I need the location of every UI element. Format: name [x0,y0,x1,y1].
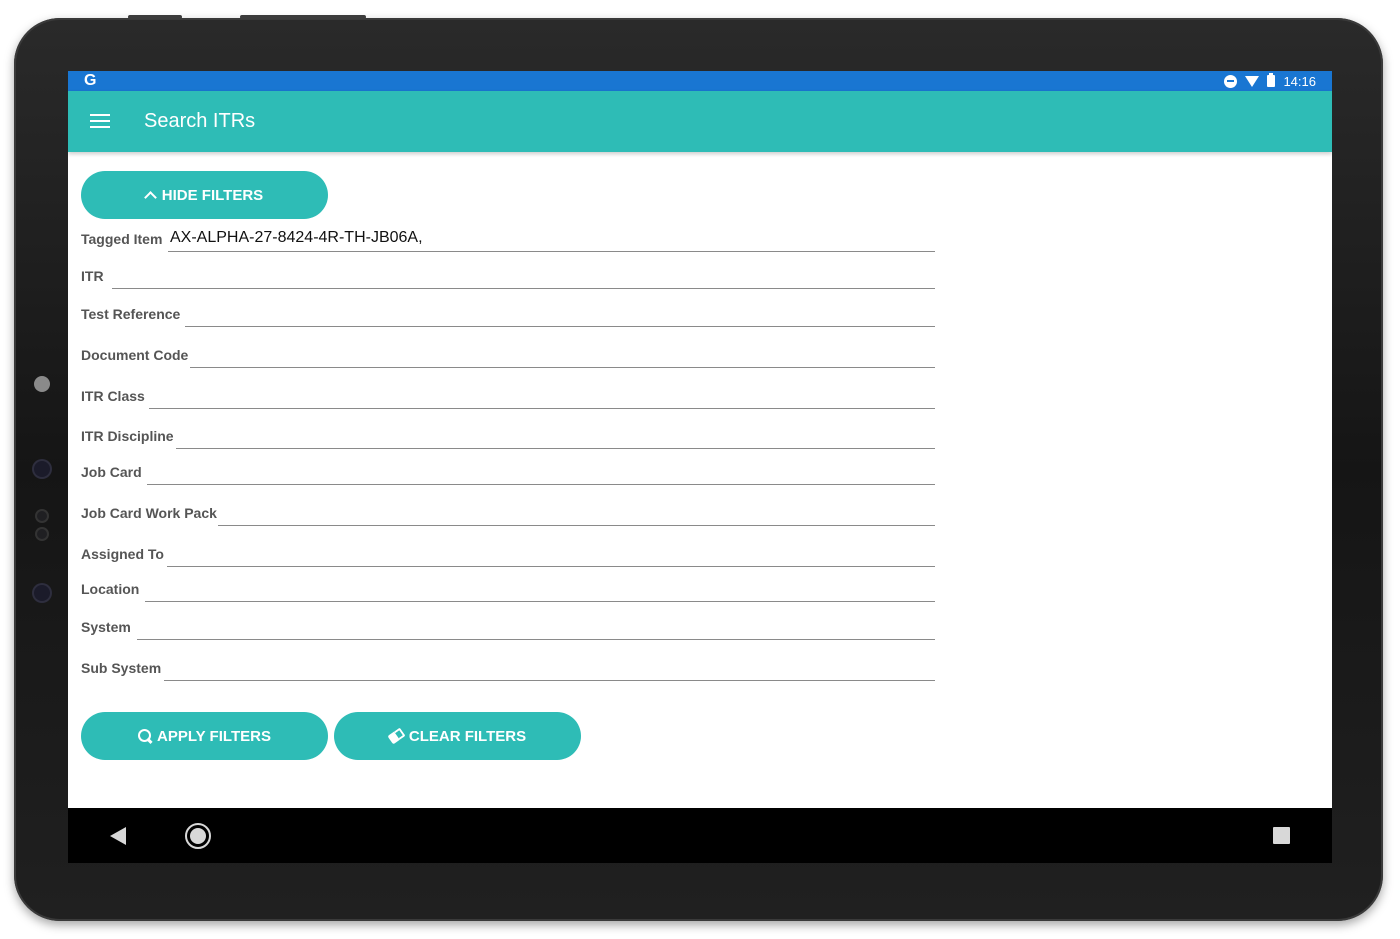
filter-sub-system: Sub System [81,651,935,681]
filter-label: ITR Discipline [81,428,174,444]
chevron-up-icon [143,191,157,204]
filter-label: ITR [81,268,104,284]
filter-label: Location [81,581,140,597]
camera-lens [34,461,50,477]
camera-lens [34,585,50,601]
page-title: Search ITRs [144,110,256,132]
itr-class-input[interactable] [149,381,935,409]
clear-filters-button[interactable]: CLEAR FILTERS [334,712,581,760]
status-bar: G 14:16 [68,71,1332,91]
hide-filters-label: HIDE FILTERS [161,186,264,204]
test-reference-input[interactable] [185,299,935,327]
google-icon: G [84,72,97,89]
filter-label: Job Card Work Pack [81,505,217,521]
filter-label: System [81,619,131,635]
battery-icon [1267,73,1276,87]
filter-label: Document Code [81,347,189,363]
filter-assigned-to: Assigned To [81,537,935,567]
filter-system: System [81,610,935,640]
filter-label: ITR Class [81,388,145,404]
apply-filters-label: APPLY FILTERS [157,727,271,745]
do-not-disturb-icon [1224,74,1238,88]
filter-location: Location [81,572,935,602]
home-icon[interactable] [185,823,211,849]
clear-filters-label: CLEAR FILTERS [408,727,527,745]
screen: G 14:16 Search ITRs HIDE FILTERS Tagged … [68,71,1332,863]
filter-label: Test Reference [81,306,181,322]
filter-test-reference: Test Reference [81,297,935,327]
job-card-work-pack-input[interactable] [218,498,935,526]
sensor-dot [37,511,47,521]
wifi-icon [1245,75,1260,87]
filter-itr-class: ITR Class [81,379,935,409]
apply-filters-button[interactable]: APPLY FILTERS [81,712,328,760]
filter-label: Job Card [81,464,142,480]
filter-label: Tagged Item [81,231,163,247]
assigned-to-input[interactable] [167,539,935,567]
navigation-bar [68,808,1332,863]
filter-label: Sub System [81,660,162,676]
sub-system-input[interactable] [164,653,935,681]
hide-filters-button[interactable]: HIDE FILTERS [81,171,328,219]
system-input[interactable] [137,612,935,640]
hardware-button [128,15,182,19]
status-icons: 14:16 [1224,71,1316,91]
status-time: 14:16 [1283,73,1316,89]
hamburger-menu-icon[interactable] [90,114,110,128]
document-code-input[interactable] [190,340,935,368]
location-input[interactable] [145,574,935,602]
filter-document-code: Document Code [81,338,935,368]
filter-job-card: Job Card [81,455,935,485]
filter-tagged-item: Tagged Item [81,222,935,252]
search-icon [138,729,152,743]
recent-apps-icon[interactable] [1273,827,1290,844]
back-icon[interactable] [110,827,126,845]
filter-job-card-work-pack: Job Card Work Pack [81,496,935,526]
eraser-icon [387,728,405,745]
filter-itr: ITR [81,259,935,289]
app-bar: Search ITRs [68,91,1332,152]
hardware-button [240,15,366,19]
itr-discipline-input[interactable] [176,421,935,449]
sensor-dot [37,529,47,539]
filter-label: Assigned To [81,546,164,562]
tagged-item-input[interactable] [168,224,935,252]
filter-itr-discipline: ITR Discipline [81,419,935,449]
light-sensor [34,376,50,392]
job-card-input[interactable] [147,457,935,485]
itr-input[interactable] [112,261,935,289]
